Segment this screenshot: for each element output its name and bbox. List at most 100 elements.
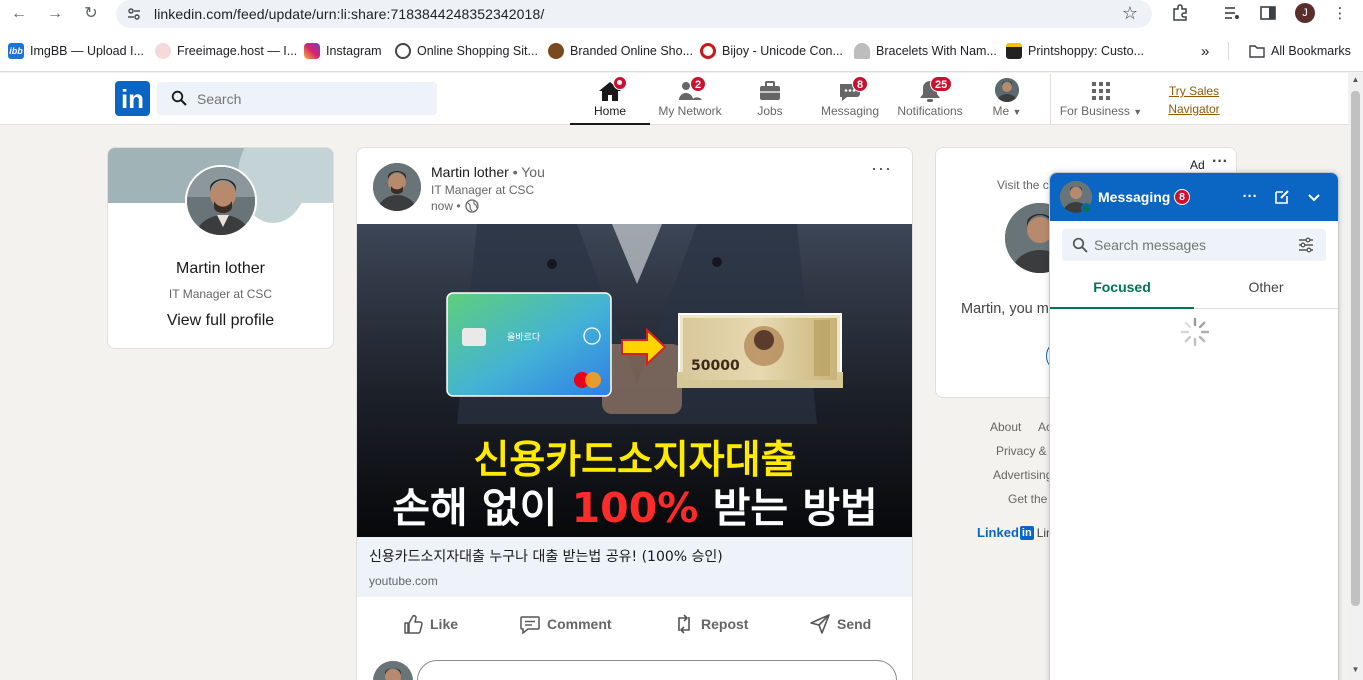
post-author-avatar[interactable] (373, 163, 421, 211)
bookmark-item[interactable]: Bracelets With Nam... (854, 42, 997, 60)
footer-link-privacy[interactable]: Privacy & T (996, 444, 1057, 458)
bookmark-item[interactable]: Printshoppy: Custo... (1006, 42, 1144, 60)
notifications-badge: 25 (930, 76, 953, 92)
bookmark-item[interactable]: Branded Online Sho... (548, 42, 693, 60)
compose-message-icon[interactable] (1268, 183, 1296, 211)
nav-label: Messaging (820, 104, 880, 118)
comment-button[interactable]: Comment (519, 610, 612, 638)
view-full-profile-link[interactable]: View full profile (108, 312, 333, 330)
repost-button[interactable]: Repost (673, 610, 748, 638)
me-label: Me (992, 104, 1010, 118)
try-sales-navigator-link[interactable]: Try Sales Navigator (1158, 82, 1230, 118)
bookmarks-bar: ibb ImgBB — Upload I... Freeimage.host —… (0, 36, 1363, 66)
nav-messaging[interactable]: 8 Messaging (810, 73, 890, 125)
like-button[interactable]: Like (402, 610, 458, 638)
messaging-count-badge: 8 (1174, 189, 1190, 205)
headline-part: 받는 방법 (698, 484, 877, 532)
footer-link-get-app[interactable]: Get the (1008, 492, 1047, 506)
address-bar[interactable]: linkedin.com/feed/update/urn:li:share:71… (116, 0, 1152, 28)
bookmark-item[interactable]: Online Shopping Sit... (395, 42, 538, 60)
profile-name[interactable]: Martin lother (108, 260, 333, 278)
send-button[interactable]: Send (809, 610, 871, 638)
bookmark-star-icon[interactable]: ☆ (1122, 3, 1138, 24)
bookmark-label: Freeimage.host — I... (177, 44, 298, 58)
bookmark-item[interactable]: Freeimage.host — I... (155, 42, 297, 60)
forward-icon[interactable]: → (44, 3, 66, 25)
bookmark-label: Branded Online Sho... (570, 44, 693, 58)
nav-label: Notifications (897, 104, 963, 118)
nav-home[interactable]: Home (570, 73, 650, 125)
repost-icon (678, 614, 690, 634)
messaging-title: Messaging (1098, 189, 1171, 205)
reload-icon[interactable]: ↻ (80, 3, 102, 25)
shop-icon (548, 43, 564, 59)
side-panel-icon[interactable] (1258, 4, 1278, 24)
messaging-badge: 8 (852, 76, 869, 92)
profile-avatar[interactable] (185, 165, 257, 237)
post-author-name[interactable]: Martin lother • You (431, 164, 545, 180)
thumbnail-headline-line2: 손해 없이 100% 받는 방법 (392, 484, 878, 532)
footer-link-advertising[interactable]: Advertising (993, 468, 1052, 482)
linkedin-logo[interactable]: in (115, 81, 150, 116)
all-bookmarks-button[interactable]: All Bookmarks (1249, 42, 1351, 60)
back-icon[interactable]: ← (8, 3, 30, 25)
bookmark-label: ImgBB — Upload I... (30, 44, 144, 58)
footer-link-about[interactable]: About (990, 420, 1021, 434)
freeimage-icon (155, 43, 171, 59)
scroll-up-icon[interactable]: ▲ (1351, 75, 1360, 84)
filter-icon[interactable] (1298, 237, 1314, 253)
bookmark-item[interactable]: Bijoy - Unicode Con... (700, 42, 843, 60)
collapse-chevron-icon[interactable] (1300, 183, 1328, 211)
send-label: Send (837, 616, 872, 632)
banknote-value: 50000 (691, 358, 740, 374)
browser-profile-avatar[interactable]: J (1295, 3, 1315, 23)
reading-list-icon[interactable] (1222, 4, 1242, 24)
bookmark-item[interactable]: Instagram (304, 42, 382, 60)
scroll-down-icon[interactable]: ▼ (1351, 665, 1360, 674)
author-name-text: Martin lother (431, 164, 509, 180)
online-status-dot (1081, 203, 1092, 214)
messaging-overlay: Messaging 8 ··· Focused Other (1049, 172, 1339, 680)
headline-part: 손해 없이 (392, 484, 571, 532)
business-label: For Business (1059, 104, 1130, 118)
ad-visit-text: Visit the c (997, 178, 1049, 192)
search-input[interactable] (197, 88, 427, 110)
link-preview[interactable]: 신용카드소지자대출 누구나 대출 받는법 공유! (100% 승인) youtu… (357, 537, 912, 597)
messaging-search-bar[interactable] (1062, 229, 1326, 261)
more-bookmarks-icon[interactable]: » (1201, 42, 1209, 60)
nav-for-business[interactable]: For Business ▼ (1056, 73, 1146, 125)
nav-notifications[interactable]: 25 Notifications (890, 73, 970, 125)
search-bar[interactable] (157, 82, 437, 115)
extensions-icon[interactable] (1170, 4, 1190, 24)
nav-me[interactable]: Me ▼ (975, 73, 1039, 125)
bookmark-item[interactable]: ibb ImgBB — Upload I... (8, 42, 144, 60)
repost-label: Repost (701, 616, 749, 632)
bookmark-label: Instagram (326, 44, 382, 58)
nav-jobs[interactable]: Jobs (730, 73, 810, 125)
messaging-search-input[interactable] (1094, 234, 1294, 256)
page-scrollbar[interactable]: ▲ ▼ (1348, 73, 1363, 680)
profile-card: Martin lother IT Manager at CSC View ful… (107, 147, 334, 349)
browser-menu-icon[interactable]: ⋮ (1330, 4, 1350, 24)
comment-input[interactable] (417, 660, 897, 680)
post-action-bar: Like Comment Repost Send (357, 602, 912, 648)
bijoy-icon (700, 43, 716, 59)
url-text: linkedin.com/feed/update/urn:li:share:71… (154, 6, 545, 22)
nav-my-network[interactable]: 2 My Network (650, 73, 730, 125)
time-text: now • (431, 199, 461, 213)
post-link-image[interactable]: 올바르다 50000 신용카드소지자대출 손해 없이 100% 받는 방법 (357, 224, 912, 537)
post-more-options-icon[interactable]: ··· (871, 158, 892, 179)
tab-focused[interactable]: Focused (1050, 271, 1194, 309)
ad-options-icon[interactable]: ··· (1212, 153, 1228, 171)
ad-greeting: Martin, you m (961, 301, 1049, 317)
tab-other[interactable]: Other (1194, 271, 1338, 309)
messaging-more-icon[interactable]: ··· (1236, 183, 1264, 211)
site-info-icon[interactable] (126, 6, 142, 22)
browser-chrome: ← → ↻ linkedin.com/feed/update/urn:li:sh… (0, 0, 1363, 72)
messaging-header[interactable]: Messaging 8 ··· (1050, 173, 1338, 221)
scrollbar-thumb[interactable] (1351, 91, 1360, 606)
header-divider (1050, 73, 1051, 125)
bracelets-icon (854, 43, 870, 59)
search-icon (171, 90, 187, 106)
feed-post: Martin lother • You IT Manager at CSC no… (356, 147, 913, 680)
